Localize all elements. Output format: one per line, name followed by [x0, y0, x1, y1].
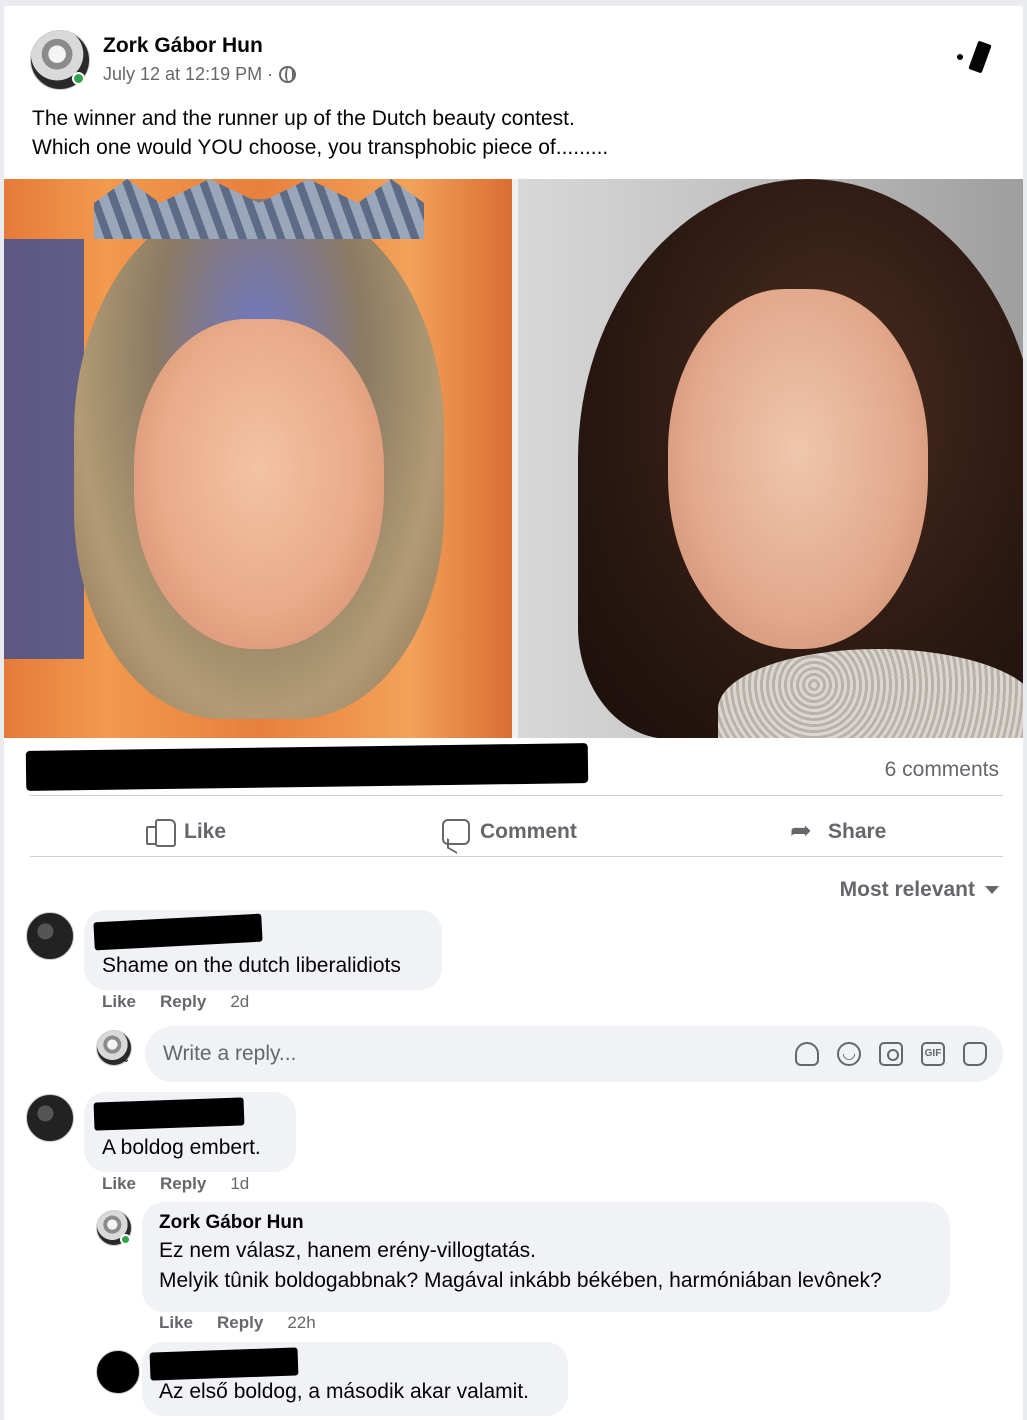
pin-icon[interactable] [968, 40, 992, 74]
comment-button[interactable]: Comment [442, 814, 577, 850]
comment-sort-dropdown[interactable]: Most relevant [840, 878, 999, 902]
share-button[interactable]: Share [790, 814, 886, 850]
emoji-icon[interactable] [837, 1042, 861, 1066]
pin-dot-icon [957, 54, 963, 60]
photo-left[interactable] [4, 179, 512, 738]
last-reply-text: Az első boldog, a második akar valamit. [159, 1380, 530, 1403]
comment-time[interactable]: 2d [230, 992, 249, 1012]
commenter-name-redacted [93, 1097, 245, 1131]
comment-actions: Like Reply 2d [102, 992, 249, 1012]
reply-actions: Like Reply 22h [159, 1313, 316, 1333]
post-card: Zork Gábor Hun July 12 at 12:19 PM · The… [4, 6, 1023, 1420]
reply-bubble: Zork Gábor Hun Ez nem válasz, hanem erén… [142, 1202, 950, 1312]
comment-bubble: A boldog embert. [84, 1092, 296, 1172]
comment-bubble: Shame on the dutch liberalidiots [84, 910, 442, 990]
photo-right[interactable] [518, 179, 1023, 738]
share-arrow-icon [790, 815, 818, 846]
reply-like-link[interactable]: Like [159, 1313, 193, 1333]
reply-reply-link[interactable]: Reply [217, 1313, 263, 1333]
last-reply-name-redacted [149, 1347, 299, 1381]
camera-icon[interactable] [879, 1042, 903, 1066]
post-text-line-2: Which one would YOU choose, you transpho… [32, 136, 609, 159]
reply-author-name[interactable]: Zork Gábor Hun [159, 1212, 304, 1234]
thumbs-up-icon [146, 819, 176, 847]
reply-time[interactable]: 22h [287, 1313, 315, 1333]
comment-text: Shame on the dutch liberalidiots [102, 954, 401, 977]
like-label: Like [184, 820, 227, 843]
last-reply-bubble: Az első boldog, a második akar valamit. [142, 1342, 568, 1416]
share-label: Share [828, 820, 887, 843]
comment-text: A boldog embert. [102, 1136, 261, 1159]
photo-left-crown [94, 179, 424, 239]
online-status-dot [72, 72, 85, 85]
reply-box: GIF [145, 1026, 1003, 1082]
post-author-name[interactable]: Zork Gábor Hun [103, 34, 263, 58]
gif-icon[interactable]: GIF [921, 1042, 945, 1066]
post-text-line-1: The winner and the runner up of the Dutc… [32, 107, 575, 130]
commenter-avatar[interactable] [26, 1094, 74, 1142]
comment-time[interactable]: 1d [230, 1174, 249, 1194]
reactions-redacted [25, 743, 589, 791]
sticker-icon[interactable] [963, 1042, 987, 1066]
last-reply-avatar-redacted[interactable] [96, 1350, 140, 1394]
post-meta: July 12 at 12:19 PM · [103, 64, 297, 85]
divider-top [30, 795, 1003, 796]
comment-like-link[interactable]: Like [102, 992, 136, 1012]
post-text: The winner and the runner up of the Dutc… [32, 104, 608, 162]
photo-left-face [134, 319, 384, 649]
photo-left-background [4, 239, 84, 659]
like-button[interactable]: Like [146, 814, 226, 850]
comment-like-link[interactable]: Like [102, 1174, 136, 1194]
online-status-dot [120, 1234, 131, 1245]
comment-actions: Like Reply 1d [102, 1174, 249, 1194]
reply-text-line-1: Ez nem válasz, hanem erény-villogtatás. [159, 1239, 537, 1262]
chevron-down-icon[interactable]: ⌄ [122, 1054, 130, 1065]
reply-input[interactable] [163, 1036, 763, 1072]
comment-reply-link[interactable]: Reply [160, 992, 206, 1012]
globe-icon [279, 66, 297, 83]
divider-bottom [30, 856, 1003, 857]
commenter-avatar[interactable] [26, 912, 74, 960]
caret-down-icon [985, 886, 999, 894]
post-photos[interactable] [4, 179, 1023, 738]
photo-right-face [668, 289, 928, 649]
comment-reply-link[interactable]: Reply [160, 1174, 206, 1194]
avatar-sticker-icon[interactable] [795, 1042, 819, 1066]
post-timestamp[interactable]: July 12 at 12:19 PM · [103, 64, 273, 85]
reply-text-line-2: Melyik tûnik boldogabbnak? Magával inkáb… [159, 1269, 882, 1292]
comments-count[interactable]: 6 comments [885, 758, 999, 782]
sort-label: Most relevant [839, 878, 975, 901]
commenter-name-redacted [93, 913, 263, 951]
comment-bubble-icon [442, 819, 470, 845]
comment-label: Comment [480, 820, 577, 843]
